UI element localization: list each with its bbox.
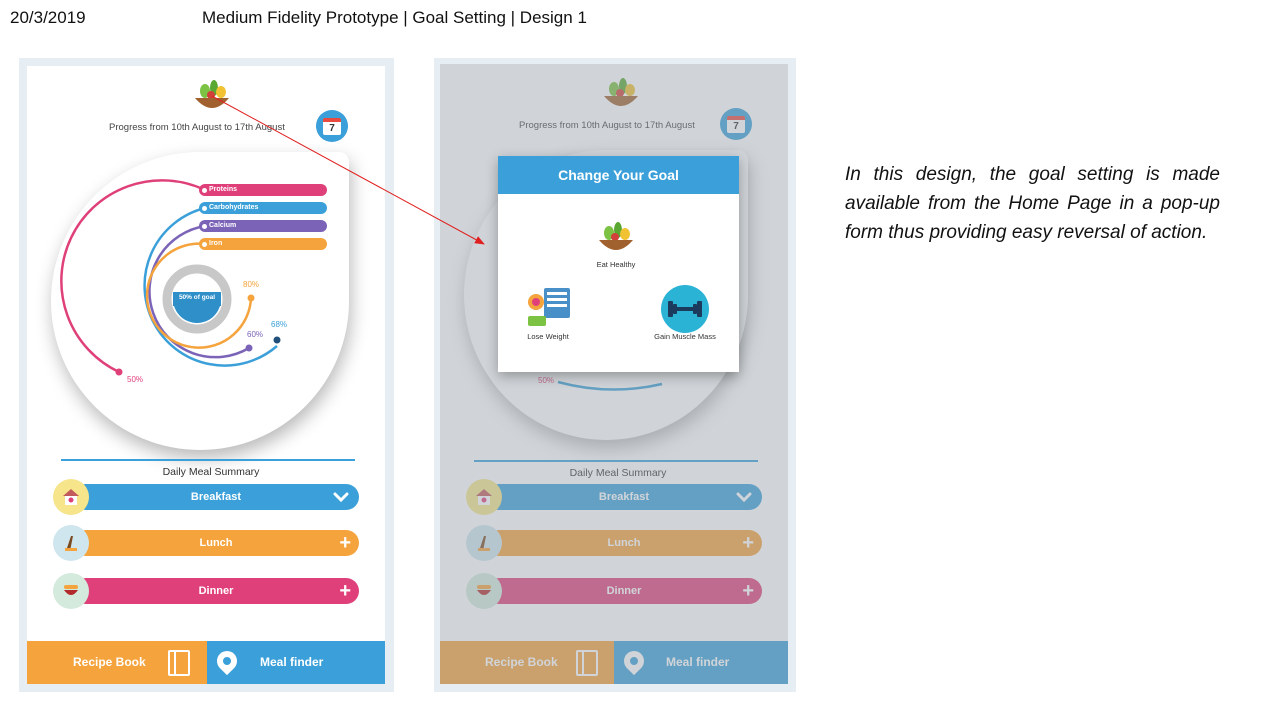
arc-carbohydrates-end [273,336,281,344]
meal-row-lunch: Lunch + [486,530,762,556]
meal-row-lunch[interactable]: Lunch + [73,530,359,556]
meal-finder-label: Meal finder [666,655,730,669]
recipe-book-button[interactable]: Recipe Book [27,641,207,684]
meal-finder-label: Meal finder [260,655,324,669]
carbohydrates-percent: 68% [271,320,288,329]
add-lunch-plus-icon[interactable]: + [339,530,351,556]
iron-percent: 80% [243,280,260,289]
goal-label-lose-weight: Lose Weight [527,332,569,341]
legend-calcium: Calcium [199,220,327,232]
meal-label-dinner: Dinner [606,585,642,597]
book-icon [168,650,190,676]
arc-proteins-end [115,368,123,376]
slide-date: 20/3/2019 [10,8,86,27]
lunch-icon [53,525,89,561]
goal-popup-mockup: Progress from 10th August to 17th August… [434,58,796,692]
design-description: In this design, the goal setting is made… [845,164,1220,243]
breakfast-icon [466,479,502,515]
dumbbell-icon [661,285,709,333]
goal-option-lose-weight[interactable]: Lose Weight [524,286,572,342]
meal-finder-button[interactable]: Meal finder [207,641,385,684]
meal-label-lunch: Lunch [607,537,641,549]
popup-title: Change Your Goal [498,156,739,194]
meal-label-dinner: Dinner [198,585,234,597]
change-goal-popup: Change Your Goal Eat Healthy Lose Weight… [498,156,739,372]
location-pin-icon [212,646,242,676]
meal-label-breakfast: Breakfast [190,491,242,503]
meal-row-dinner: Dinner + [486,578,762,604]
goal-option-eat-healthy[interactable]: Eat Healthy [596,220,636,270]
slide: 20/3/2019 Medium Fidelity Prototype | Go… [0,0,1280,720]
goal-label-gain-muscle-mass: Gain Muscle Mass [654,332,716,341]
phone-frame: Progress from 10th August to 17th August… [27,66,385,684]
add-lunch-plus-icon: + [742,532,754,554]
recipe-book-label: Recipe Book [73,655,146,669]
daily-meal-summary-title: Daily Meal Summary [162,466,260,478]
salad-bowl-icon [599,222,633,250]
home-screen-mockup: Progress from 10th August to 17th August… [19,58,394,692]
recipe-book-label: Recipe Book [485,655,558,669]
chevron-down-icon[interactable] [333,491,349,503]
center-goal-label: 50% of goal [178,294,216,301]
legend-carbohydrates: Carbohydrates [199,202,327,214]
meal-row-breakfast[interactable]: Breakfast [73,484,359,510]
meal-row-breakfast: Breakfast [486,484,762,510]
lunch-icon [466,525,502,561]
daily-meal-summary-title: Daily Meal Summary [569,467,667,479]
scale-icon [528,288,570,326]
chevron-down-icon [736,492,752,503]
legend-proteins: Proteins [199,184,327,196]
goal-option-gain-muscle-mass[interactable]: Gain Muscle Mass [654,284,716,342]
legend-iron: Iron [199,238,327,250]
add-dinner-plus-icon[interactable]: + [339,578,351,604]
arc-calcium-end [245,344,253,352]
arc-iron-end [247,294,255,302]
summary-divider [61,459,355,461]
dinner-icon [53,573,89,609]
breakfast-icon [53,479,89,515]
meal-finder-button: Meal finder [614,641,788,684]
nutrient-progress-chart [60,179,281,376]
meal-row-dinner[interactable]: Dinner + [73,578,359,604]
summary-divider [474,460,758,462]
proteins-percent: 50% [127,375,144,384]
meal-label-lunch: Lunch [199,537,233,549]
dinner-icon [466,573,502,609]
add-dinner-plus-icon: + [742,580,754,602]
slide-title: Medium Fidelity Prototype | Goal Setting… [202,8,587,27]
meal-label-breakfast: Breakfast [598,491,650,503]
book-icon [576,650,598,676]
recipe-book-button: Recipe Book [440,641,614,684]
phone-frame-dimmed: Progress from 10th August to 17th August… [440,64,788,684]
location-pin-icon [619,646,649,676]
partial-percent-label: 50% [538,376,555,385]
calcium-percent: 60% [247,330,264,339]
goal-label-eat-healthy: Eat Healthy [596,260,636,269]
